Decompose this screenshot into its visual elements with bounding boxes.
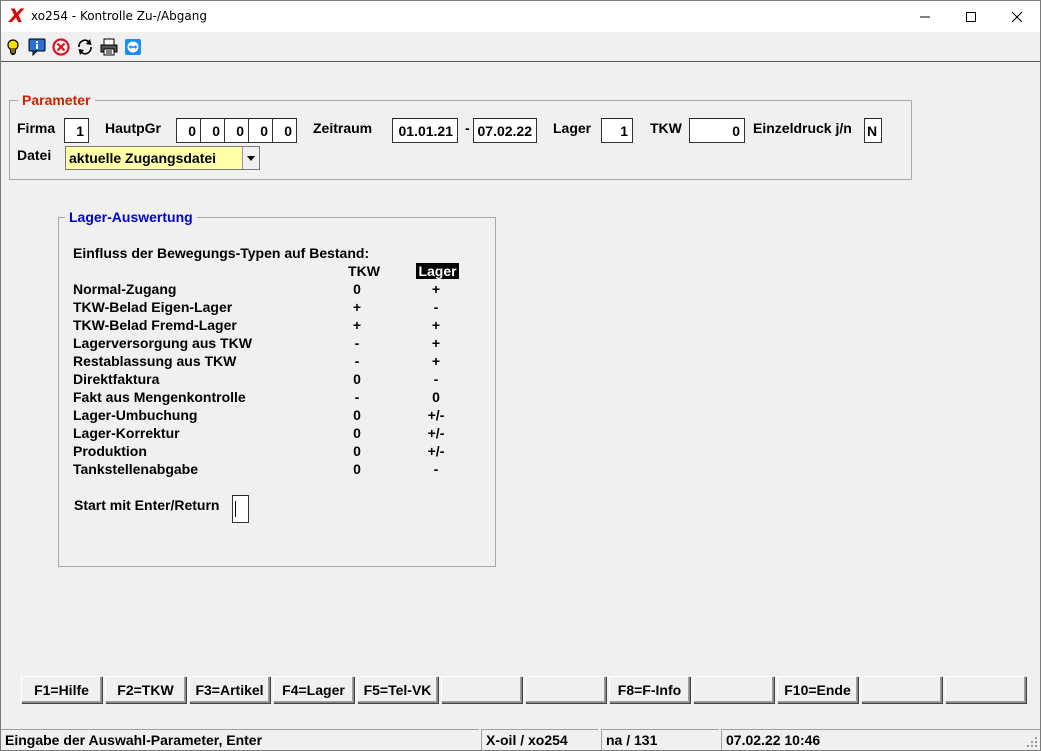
einzeldruck-input[interactable]: N [864, 118, 882, 143]
cancel-circle-icon[interactable] [52, 38, 70, 56]
hauptgr-label: HautpGr [105, 120, 161, 136]
info-chat-icon[interactable] [28, 38, 46, 56]
hauptgr-input-4[interactable]: 0 [248, 118, 273, 143]
function-key-5-button[interactable]: F5=Tel-VK [357, 676, 438, 703]
parameter-legend: Parameter [18, 92, 95, 108]
einzeldruck-label: Einzeldruck j/n [753, 120, 852, 136]
function-key-9-button[interactable] [693, 676, 774, 703]
bewegungs-typ-label: Direktfaktura [73, 371, 160, 387]
minimize-icon [920, 16, 930, 17]
lager-effect-value: - [433, 299, 439, 315]
lager-auswertung-legend: Lager-Auswertung [65, 209, 197, 225]
tkw-effect-value: - [354, 353, 360, 369]
refresh-icon[interactable] [76, 38, 94, 56]
bewegungs-typ-label: Fakt aus Mengenkontrolle [73, 389, 246, 405]
lager-label: Lager [553, 120, 592, 136]
lager-effect-value: + [431, 335, 441, 351]
lager-effect-value: 0 [432, 389, 440, 405]
lager-effect-value: +/- [427, 443, 445, 459]
firma-input[interactable]: 1 [64, 118, 89, 143]
bewegungs-typ-label: Tankstellenabgabe [73, 461, 199, 477]
function-key-2-button[interactable]: F2=TKW [105, 676, 186, 703]
close-button[interactable] [994, 1, 1040, 32]
status-user: na / 131 [601, 729, 719, 750]
zeitraum-separator: - [465, 120, 470, 136]
function-key-4-button[interactable]: F4=Lager [273, 676, 354, 703]
column-header-tkw: TKW [348, 263, 380, 279]
minimize-button[interactable] [902, 1, 948, 32]
tkw-effect-value: 0 [353, 371, 361, 387]
tkw-input[interactable]: 0 [689, 118, 745, 143]
close-icon [1012, 11, 1022, 22]
firma-label: Firma [17, 120, 56, 136]
tkw-effect-value: - [354, 389, 360, 405]
start-input[interactable] [232, 495, 249, 523]
bewegungs-typ-label: Restablassung aus TKW [73, 353, 237, 369]
hauptgr-input-5[interactable]: 0 [272, 118, 297, 143]
datei-select[interactable]: aktuelle Zugangsdatei [65, 146, 260, 170]
zeitraum-label: Zeitraum [313, 120, 373, 136]
tkw-effect-value: + [352, 299, 362, 315]
lager-effect-value: - [433, 371, 439, 387]
auswertung-heading: Einfluss der Bewegungs-Typen auf Bestand… [73, 245, 370, 261]
function-key-12-button[interactable] [945, 676, 1026, 703]
hauptgr-input-1[interactable]: 0 [176, 118, 201, 143]
chevron-down-icon[interactable] [242, 147, 259, 169]
tkw-effect-value: - [354, 335, 360, 351]
function-key-8-button[interactable]: F8=F-Info [609, 676, 690, 703]
maximize-button[interactable] [948, 1, 994, 32]
column-header-lager: Lager [416, 263, 459, 279]
datei-label: Datei [17, 147, 52, 163]
status-bar: Eingabe der Auswahl-Parameter, Enter X-o… [1, 728, 1040, 750]
tkw-effect-value: 0 [353, 461, 361, 477]
function-key-6-button[interactable] [441, 676, 522, 703]
app-logo: X [9, 5, 24, 27]
bewegungs-typ-label: Lagerversorgung aus TKW [73, 335, 252, 351]
function-key-7-button[interactable] [525, 676, 606, 703]
lager-effect-value: +/- [427, 407, 445, 423]
maximize-icon [966, 11, 976, 22]
bewegungs-typ-label: TKW-Belad Fremd-Lager [73, 317, 237, 333]
bewegungs-typ-label: TKW-Belad Eigen-Lager [73, 299, 233, 315]
tkw-effect-value: 0 [353, 425, 361, 441]
status-app: X-oil / xo254 [481, 729, 598, 750]
resize-grip-icon[interactable] [1026, 736, 1038, 748]
zeitraum-from-input[interactable]: 01.01.21 [392, 118, 458, 143]
bewegungs-typ-label: Lager-Korrektur [73, 425, 180, 441]
teamviewer-icon[interactable] [124, 38, 142, 56]
hauptgr-input-2[interactable]: 0 [200, 118, 225, 143]
hauptgr-input-3[interactable]: 0 [224, 118, 249, 143]
function-key-11-button[interactable] [861, 676, 942, 703]
printer-icon[interactable] [100, 38, 118, 56]
datei-select-value: aktuelle Zugangsdatei [69, 150, 217, 166]
bewegungs-typ-label: Lager-Umbuchung [73, 407, 198, 423]
lager-effect-value: - [433, 461, 439, 477]
lightbulb-icon[interactable] [4, 38, 22, 56]
function-key-1-button[interactable]: F1=Hilfe [21, 676, 102, 703]
zeitraum-to-input[interactable]: 07.02.22 [473, 118, 537, 143]
tkw-label: TKW [650, 120, 682, 136]
bewegungs-typ-label: Produktion [73, 443, 147, 459]
lager-effect-value: + [431, 281, 441, 297]
status-message: Eingabe der Auswahl-Parameter, Enter [1, 729, 479, 750]
lager-effect-value: + [431, 353, 441, 369]
toolbar [1, 32, 1040, 62]
tkw-effect-value: 0 [353, 407, 361, 423]
title-bar: X xo254 - Kontrolle Zu-/Abgang [1, 1, 1040, 32]
window-title: xo254 - Kontrolle Zu-/Abgang [31, 9, 207, 23]
text-cursor [235, 501, 236, 517]
start-label: Start mit Enter/Return [74, 497, 220, 513]
lager-effect-value: + [431, 317, 441, 333]
function-key-3-button[interactable]: F3=Artikel [189, 676, 270, 703]
bewegungs-typ-label: Normal-Zugang [73, 281, 177, 297]
tkw-effect-value: + [352, 317, 362, 333]
tkw-effect-value: 0 [353, 443, 361, 459]
function-key-10-button[interactable]: F10=Ende [777, 676, 858, 703]
lager-input[interactable]: 1 [601, 118, 633, 143]
status-datetime: 07.02.22 10:46 [721, 729, 1040, 750]
tkw-effect-value: 0 [353, 281, 361, 297]
lager-effect-value: +/- [427, 425, 445, 441]
